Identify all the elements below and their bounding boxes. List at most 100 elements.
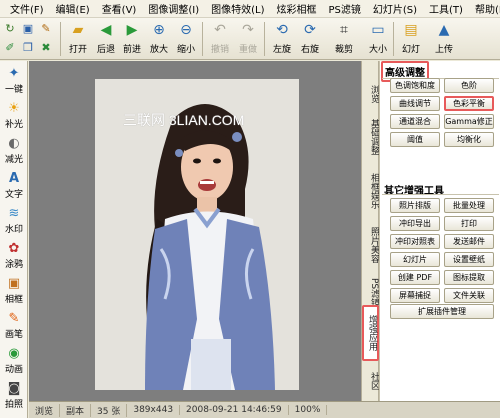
- camera-icon: ◙: [7, 380, 21, 396]
- magic-wand-icon: ✦: [8, 65, 20, 81]
- frame-icon: ▣: [7, 275, 21, 291]
- print-reference-button[interactable]: 冲印对照表: [390, 234, 440, 249]
- menu-help[interactable]: 帮助(H): [469, 1, 500, 16]
- undo-icon: ↶: [214, 22, 226, 38]
- other-tools-title: 其它增强工具: [384, 186, 444, 197]
- animation-tool[interactable]: ◉ 动画: [0, 345, 28, 376]
- folder-open-icon: ▰: [72, 22, 84, 38]
- file-association-button[interactable]: 文件关联: [444, 288, 494, 303]
- menu-file[interactable]: 文件(F): [4, 1, 50, 16]
- set-wallpaper-button[interactable]: 设置壁纸: [444, 252, 494, 267]
- send-email-button[interactable]: 发送邮件: [444, 234, 494, 249]
- save-icon[interactable]: ▣: [20, 20, 36, 37]
- one-click-tool[interactable]: ✦ 一键: [0, 65, 28, 96]
- open-button[interactable]: ▰ 打开: [64, 20, 92, 58]
- photo-watermark: 三联网 3LIAN.COM: [123, 112, 245, 128]
- quick-tools: ↻ ▣ ✎ ✐ ❐ ✖: [2, 20, 58, 58]
- frame-tool[interactable]: ▣ 相框: [0, 275, 28, 306]
- gamma-correct-button[interactable]: Gamma修正: [444, 114, 494, 129]
- animation-icon: ◉: [8, 345, 20, 361]
- brush-icon[interactable]: ✐: [2, 39, 18, 56]
- arrow-left-icon: ◀: [100, 22, 112, 38]
- undo-button[interactable]: ↶ 撤销: [206, 20, 234, 58]
- menu-image-adjust[interactable]: 图像调整(I): [142, 1, 205, 16]
- tab-enhance-apps[interactable]: 增强应用: [362, 305, 379, 361]
- slideshow-button-panel[interactable]: 幻灯片: [390, 252, 440, 267]
- rotate-right-icon: ⟳: [304, 22, 316, 38]
- crop-button[interactable]: ⌗ 裁剪: [330, 20, 358, 58]
- status-mode: 浏览: [29, 403, 61, 417]
- tab-photo-beauty[interactable]: 照片美容: [362, 221, 379, 269]
- delete-icon[interactable]: ✖: [38, 39, 54, 56]
- icon-extract-button[interactable]: 图标提取: [444, 270, 494, 285]
- zoom-in-icon: ⊕: [153, 22, 165, 38]
- rotate-right-button[interactable]: ⟳ 右旋: [296, 20, 324, 58]
- menu-ps-filters[interactable]: PS滤镜: [322, 1, 366, 16]
- right-function-panel: 高级调整 色调饱和度 色阶 曲线调节 色彩平衡 通道混合 Gamma修正 阈值 …: [379, 61, 500, 401]
- equalize-button[interactable]: 均衡化: [444, 132, 494, 147]
- tab-browse[interactable]: 浏览: [362, 79, 379, 109]
- copy-icon[interactable]: ❐: [20, 39, 36, 56]
- threshold-button[interactable]: 阈值: [390, 132, 440, 147]
- new-file-icon[interactable]: ↻: [2, 20, 18, 37]
- levels-button[interactable]: 色阶: [444, 78, 494, 93]
- arrow-right-icon: ▶: [126, 22, 138, 38]
- forward-button[interactable]: ▶ 前进: [118, 20, 146, 58]
- resize-icon: ▭: [371, 22, 385, 38]
- hue-saturation-button[interactable]: 色调饱和度: [390, 78, 440, 93]
- tab-frame-fun[interactable]: 相框娱乐: [362, 167, 379, 215]
- zoom-out-button[interactable]: ⊖ 缩小: [172, 20, 200, 58]
- slideshow-icon: ▤: [404, 22, 418, 38]
- menu-frames[interactable]: 炫彩相框: [270, 1, 322, 16]
- slideshow-button[interactable]: ▤ 幻灯: [397, 20, 425, 58]
- camera-tool[interactable]: ◙ 拍照: [0, 380, 28, 411]
- main-toolbar: ↻ ▣ ✎ ✐ ❐ ✖ ▰ 打开 ◀ 后退 ▶ 前进 ⊕ 放大 ⊖ 缩小 ↶ 撤…: [0, 18, 500, 60]
- print-export-button[interactable]: 冲印导出: [390, 216, 440, 231]
- left-tool-panel: ✦ 一键 ☀ 补光 ◐ 减光 A 文字 ≋ 水印 ✿ 涂鸦 ▣ 相框 ✎ 画笔 …: [0, 61, 28, 418]
- screen-capture-button[interactable]: 屏幕捕捉: [390, 288, 440, 303]
- color-balance-button[interactable]: 色彩平衡: [444, 96, 494, 111]
- watermark-icon: ≋: [8, 205, 20, 221]
- curves-button[interactable]: 曲线调节: [390, 96, 440, 111]
- redo-button[interactable]: ↷ 重做: [234, 20, 262, 58]
- plugin-manager-button[interactable]: 扩展插件管理: [390, 304, 494, 319]
- paint-brush-tool[interactable]: ✎ 画笔: [0, 310, 28, 341]
- doodle-icon: ✿: [8, 240, 20, 256]
- fill-light-tool[interactable]: ☀ 补光: [0, 100, 28, 131]
- rotate-left-button[interactable]: ⟲ 左旋: [268, 20, 296, 58]
- image-canvas[interactable]: 三联网 3LIAN.COM: [29, 61, 361, 401]
- watermark-tool[interactable]: ≋ 水印: [0, 205, 28, 236]
- rotate-left-icon: ⟲: [276, 22, 288, 38]
- menu-edit[interactable]: 编辑(E): [50, 1, 96, 16]
- photo-layout-button[interactable]: 照片排版: [390, 198, 440, 213]
- create-pdf-button[interactable]: 创建 PDF: [390, 270, 440, 285]
- status-date: 2008-09-21 14:46:59: [180, 405, 289, 415]
- status-copy: 副本: [60, 403, 92, 417]
- menu-slideshow[interactable]: 幻灯片(S): [367, 1, 423, 16]
- channel-mixer-button[interactable]: 通道混合: [390, 114, 440, 129]
- batch-process-button[interactable]: 批量处理: [444, 198, 494, 213]
- status-zoom: 100%: [289, 405, 328, 415]
- doodle-tool[interactable]: ✿ 涂鸦: [0, 240, 28, 271]
- tab-community[interactable]: 社区: [362, 367, 379, 395]
- text-tool[interactable]: A 文字: [0, 170, 28, 201]
- menu-image-effects[interactable]: 图像特效(L): [205, 1, 270, 16]
- status-dimensions: 389x443: [127, 405, 181, 415]
- tab-basic-adjust[interactable]: 基础调整: [362, 113, 379, 161]
- menu-tools[interactable]: 工具(T): [423, 1, 469, 16]
- pen-icon[interactable]: ✎: [38, 20, 54, 37]
- status-bar: 浏览 副本 35 张 389x443 2008-09-21 14:46:59 1…: [29, 401, 500, 418]
- back-button[interactable]: ◀ 后退: [92, 20, 120, 58]
- print-button[interactable]: 打印: [444, 216, 494, 231]
- menu-bar: 文件(F) 编辑(E) 查看(V) 图像调整(I) 图像特效(L) 炫彩相框 P…: [0, 0, 500, 18]
- vertical-tab-strip: 浏览 基础调整 相框娱乐 照片美容 PS滤镜 增强应用 社区: [361, 61, 379, 401]
- resize-button[interactable]: ▭ 大小: [364, 20, 392, 58]
- menu-view[interactable]: 查看(V): [96, 1, 143, 16]
- upload-icon: ▲: [438, 22, 450, 38]
- brush-icon: ✎: [8, 310, 20, 326]
- zoom-in-button[interactable]: ⊕ 放大: [145, 20, 173, 58]
- photo-preview[interactable]: 三联网 3LIAN.COM: [95, 79, 299, 390]
- upload-button[interactable]: ▲ 上传: [430, 20, 458, 58]
- shade-icon: ◐: [8, 135, 20, 151]
- reduce-light-tool[interactable]: ◐ 减光: [0, 135, 28, 166]
